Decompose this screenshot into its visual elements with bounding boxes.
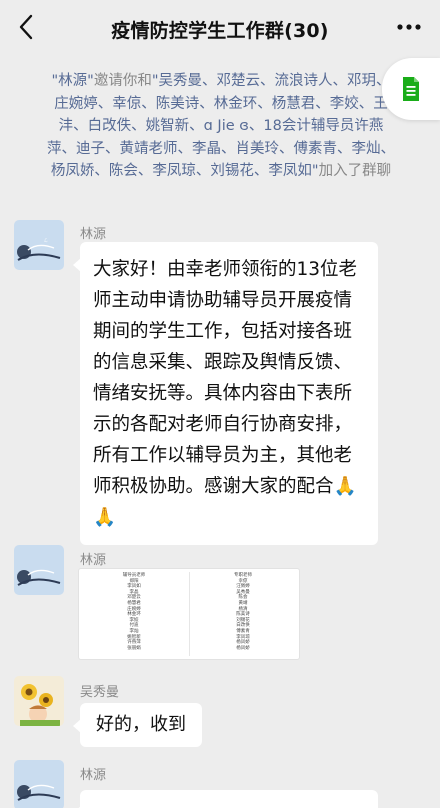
table-cell: 杨凤娇 bbox=[236, 645, 250, 651]
joined-text: 加入了群聊 bbox=[318, 163, 392, 179]
more-button[interactable] bbox=[392, 12, 426, 42]
document-icon bbox=[403, 77, 419, 101]
message-bubble[interactable]: 大家好！由幸老师领衔的13位老师主动申请协助辅导员开展疫情期间的学生工作，包括对… bbox=[73, 242, 378, 545]
sender-name: 林源 bbox=[80, 553, 107, 568]
avatar[interactable]: ℒ bbox=[14, 220, 64, 270]
svg-text:ℒ: ℒ bbox=[44, 238, 48, 244]
message-bubble[interactable]: 好的，收到 bbox=[73, 703, 202, 747]
table-right-column: 专职老师 幸倞 汪佩婷 吴秀曼 陈会 黄靖 杨清 陈美诗 刘锡花 白改佚 傅素青… bbox=[193, 573, 293, 651]
message-bubble[interactable] bbox=[73, 790, 378, 808]
table-left-column: 辅导员老师 郑阳 李凤如 李晶 邓楚云 杨慧君 庄婉婷 林金环 李姣 付迪 李灿… bbox=[84, 573, 184, 651]
invite-text: 邀请你和 bbox=[93, 73, 152, 89]
back-button[interactable] bbox=[10, 10, 44, 44]
nav-bar: 疫情防控学生工作群(30) bbox=[0, 0, 440, 58]
sender-name: 林源 bbox=[80, 227, 107, 242]
avatar[interactable] bbox=[14, 760, 64, 808]
chevron-left-icon bbox=[19, 14, 33, 40]
table-divider bbox=[189, 572, 190, 656]
sender-name: 吴秀曼 bbox=[80, 685, 120, 700]
avatar[interactable] bbox=[14, 676, 64, 726]
system-join-notice: "林源"邀请你和"吴秀曼、邓楚云、流浪诗人、邓玥、庄婉婷、幸倞、陈美诗、林金环、… bbox=[46, 70, 396, 183]
ellipsis-icon bbox=[397, 24, 421, 30]
avatar[interactable] bbox=[14, 545, 64, 595]
sender-name: 林源 bbox=[80, 768, 107, 783]
inviter-name[interactable]: "林源" bbox=[51, 73, 93, 89]
chat-title: 疫情防控学生工作群(30) bbox=[111, 19, 329, 42]
floating-doc-button[interactable] bbox=[382, 58, 440, 120]
image-message[interactable]: 辅导员老师 郑阳 李凤如 李晶 邓楚云 杨慧君 庄婉婷 林金环 李姣 付迪 李灿… bbox=[78, 568, 300, 660]
table-cell: 张丽娟 bbox=[127, 645, 141, 651]
